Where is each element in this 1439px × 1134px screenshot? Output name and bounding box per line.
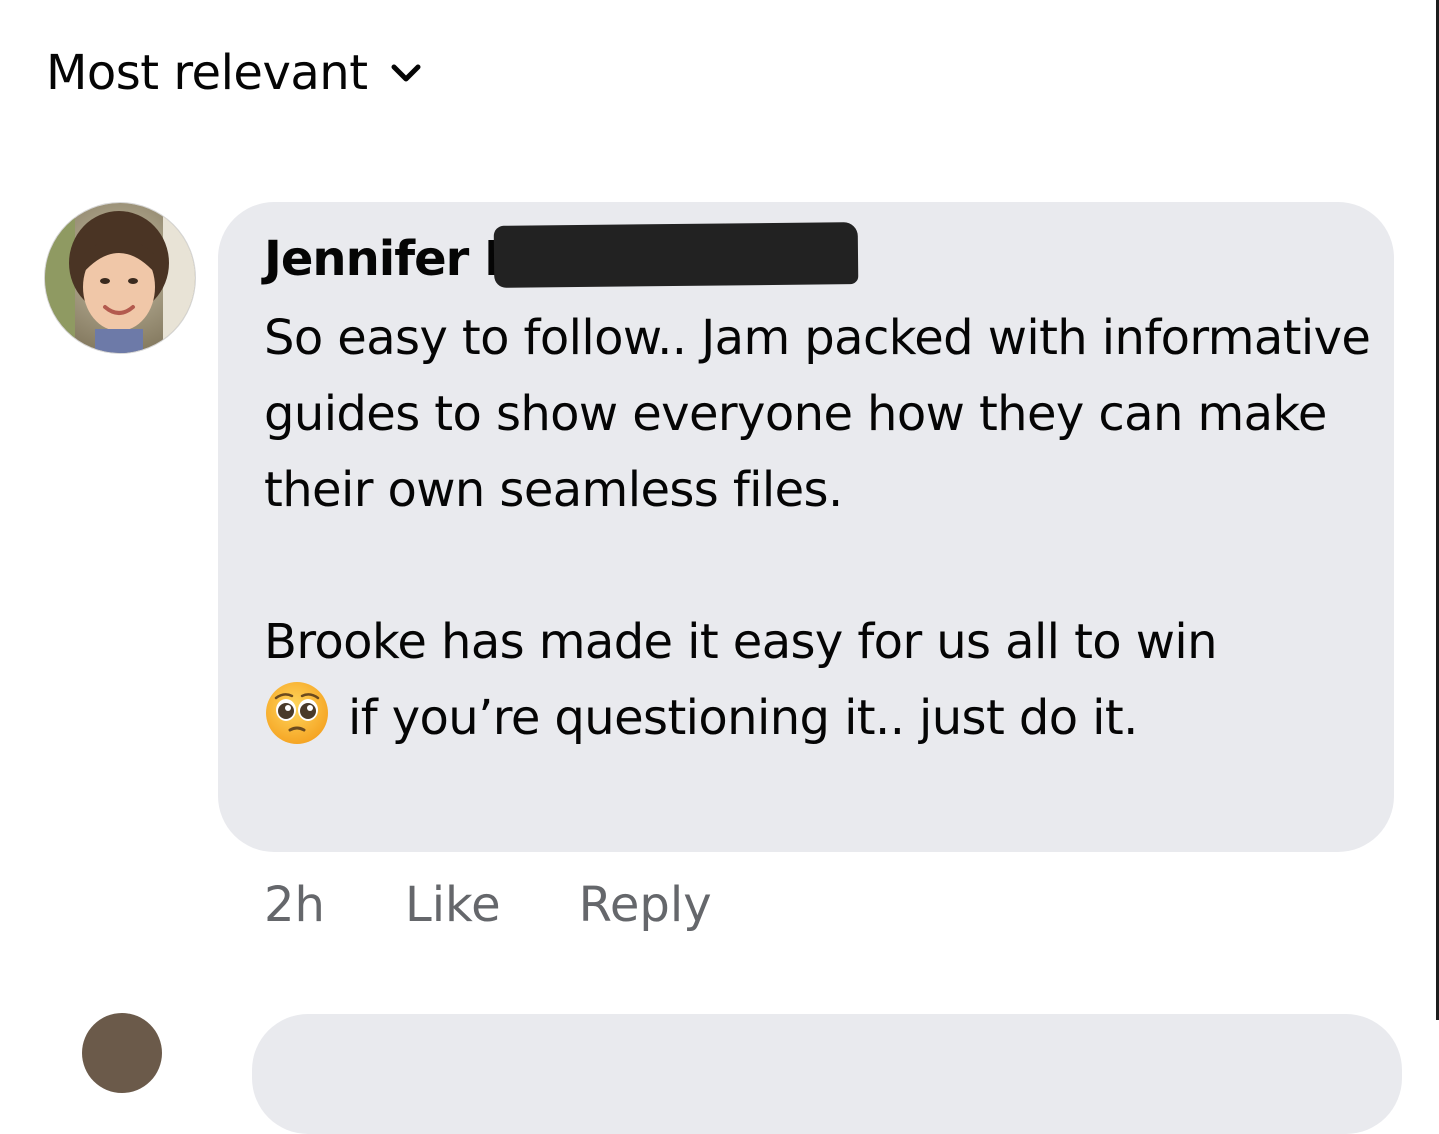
comment-author[interactable]: Jennifer D (264, 226, 524, 292)
comment-paragraph-1: So easy to follow.. Jam packed with info… (264, 310, 1386, 518)
next-comment-avatar[interactable] (82, 1013, 162, 1093)
profile-photo-icon (45, 203, 195, 353)
comment-bubble: Jennifer D So easy to follow.. Jam packe… (218, 202, 1394, 852)
comment-body: So easy to follow.. Jam packed with info… (264, 300, 1374, 756)
pleading-face-emoji-icon (264, 680, 330, 746)
reply-button[interactable]: Reply (579, 872, 712, 938)
sort-label: Most relevant (46, 45, 368, 101)
next-comment-bubble (252, 1014, 1402, 1134)
sort-dropdown[interactable]: Most relevant (46, 40, 422, 106)
comment-paragraph-2: if you’re questioning it.. just do it. (264, 680, 1374, 756)
comment-timestamp[interactable]: 2h (264, 872, 325, 938)
avatar[interactable] (44, 202, 196, 354)
comment-actions: 2h Like Reply (264, 872, 712, 938)
comment-paragraph-2-text: if you’re questioning it.. just do it. (348, 690, 1138, 746)
comment-paragraph-2-lead: Brooke has made it easy for us all to wi… (264, 614, 1218, 670)
like-button[interactable]: Like (405, 872, 501, 938)
redaction-mark (493, 222, 859, 288)
chevron-down-icon (390, 62, 422, 84)
